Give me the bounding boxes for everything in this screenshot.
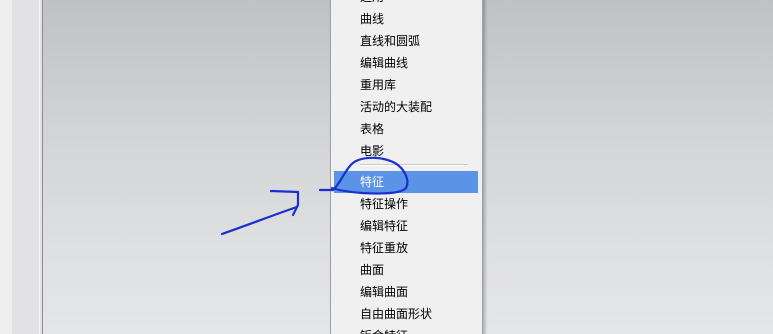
menu-item-edit-curve[interactable]: 编辑曲线 <box>331 52 482 74</box>
menu-item-edit-surface[interactable]: 编辑曲面 <box>331 281 482 303</box>
menu-item-movie[interactable]: 电影 <box>331 140 482 162</box>
application-window: 运用 曲线 直线和圆弧 编辑曲线 重用库 活动的大装配 表格 电影 特征 特征操… <box>0 0 773 334</box>
menu-item-feature[interactable]: 特征 <box>334 171 478 193</box>
toolbar-context-menu: 运用 曲线 直线和圆弧 编辑曲线 重用库 活动的大装配 表格 电影 特征 特征操… <box>330 0 483 334</box>
menu-item-feature-operation[interactable]: 特征操作 <box>331 193 482 215</box>
menu-item-table[interactable]: 表格 <box>331 118 482 140</box>
menu-item-active-large-assembly[interactable]: 活动的大装配 <box>331 96 482 118</box>
menu-item-reuse-library[interactable]: 重用库 <box>331 74 482 96</box>
menu-item-feature-replay[interactable]: 特征重放 <box>331 237 482 259</box>
left-resource-bar[interactable] <box>12 0 43 334</box>
left-edge-strip <box>0 0 12 334</box>
menu-item-edit-feature[interactable]: 编辑特征 <box>331 215 482 237</box>
menu-item-curve[interactable]: 曲线 <box>331 8 482 30</box>
menu-item[interactable]: 运用 <box>331 0 482 8</box>
menu-item-line-and-arc[interactable]: 直线和圆弧 <box>331 30 482 52</box>
menu-separator <box>360 164 468 166</box>
menu-item-surface[interactable]: 曲面 <box>331 259 482 281</box>
menu-item-sheet-metal-feature[interactable]: 钣金特征 <box>331 325 482 334</box>
menu-item-freeform-shape[interactable]: 自由曲面形状 <box>331 303 482 325</box>
